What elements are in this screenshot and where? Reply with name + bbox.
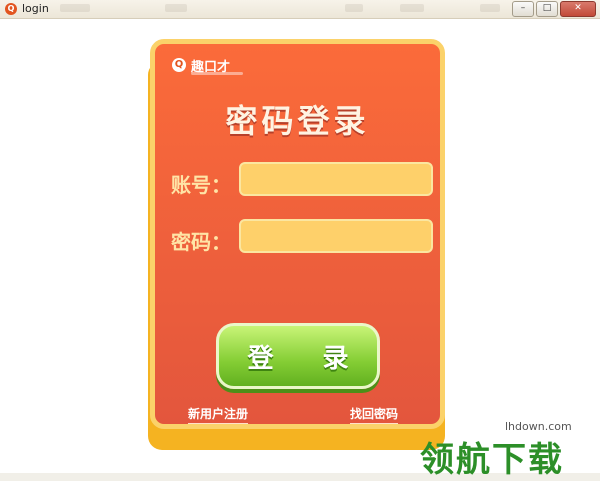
titlebar-ghost-5	[480, 4, 500, 12]
titlebar-ghost-3	[345, 4, 363, 12]
minimize-button[interactable]: –	[512, 1, 534, 17]
close-button[interactable]: ✕	[560, 1, 596, 17]
app-icon: Q	[5, 3, 17, 15]
logo-icon: Q	[172, 58, 186, 72]
forgot-password-link[interactable]: 找回密码	[350, 405, 399, 424]
password-label: 密码：	[171, 230, 231, 254]
password-input[interactable]	[239, 219, 433, 253]
titlebar-ghost-4	[400, 4, 424, 12]
login-button[interactable]: 登 录	[216, 323, 380, 389]
window-titlebar[interactable]: Q login – □ ✕	[0, 0, 600, 19]
page-title: 密码登录	[225, 102, 370, 140]
titlebar-ghost-1	[60, 4, 90, 12]
register-link[interactable]: 新用户注册	[188, 405, 249, 424]
restore-button[interactable]: □	[536, 1, 558, 17]
watermark-logo: 领航下载	[420, 440, 564, 480]
account-input[interactable]	[239, 162, 433, 196]
titlebar-ghost-2	[165, 4, 187, 12]
window-title: login	[22, 2, 49, 15]
account-label: 账号：	[171, 173, 231, 197]
logo-tagline	[191, 72, 243, 75]
window-controls: – □ ✕	[512, 1, 596, 17]
